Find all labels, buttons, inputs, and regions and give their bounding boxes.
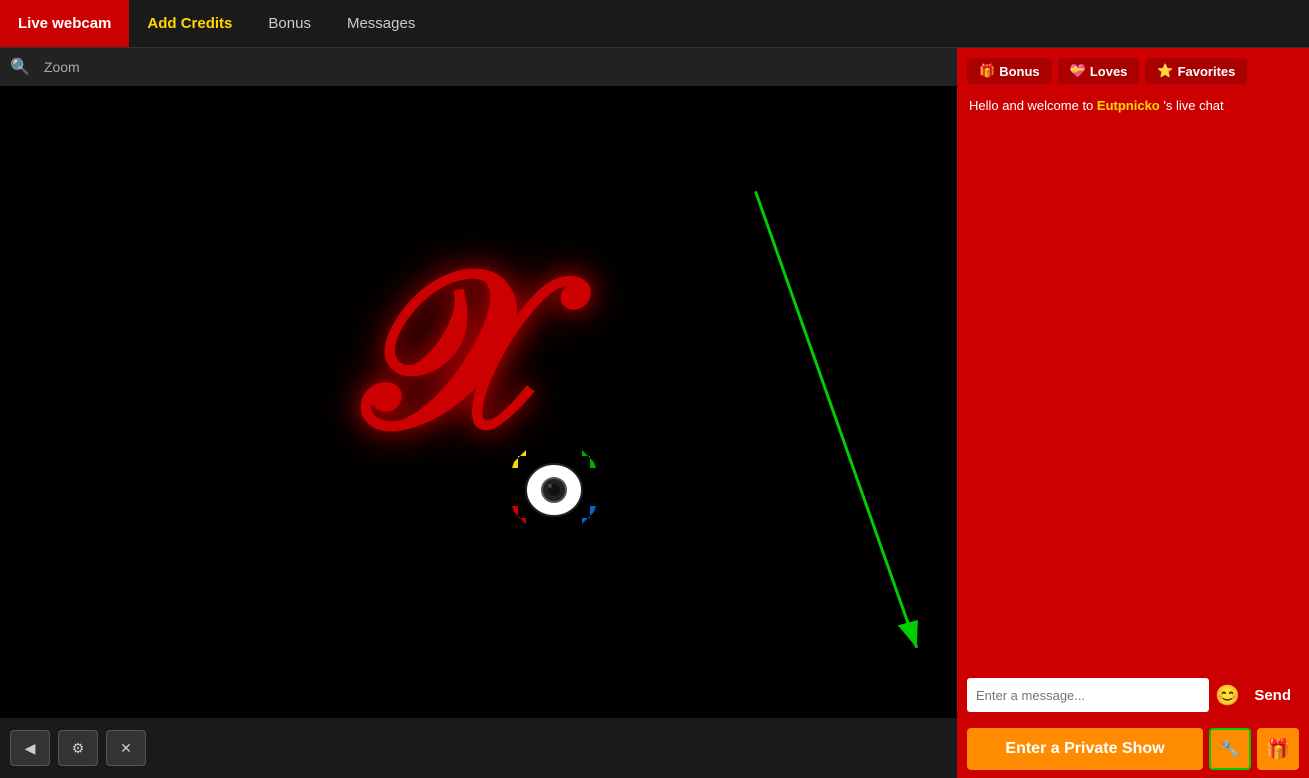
video-canvas: 𝒳 [0,86,957,718]
video-toolbar: 🔍 Zoom [0,48,957,86]
favorites-icon: ⭐ [1157,63,1173,79]
private-settings-button[interactable]: 🔧 [1209,728,1251,770]
loves-icon: 💝 [1070,63,1086,79]
private-show-button[interactable]: Enter a Private Show [967,728,1203,770]
settings-button[interactable]: ⚙ [58,730,98,766]
gift-button[interactable]: 🎁 [1257,728,1299,770]
nav-bonus[interactable]: Bonus [250,0,329,47]
video-bottom-controls: ◀ ⚙ ✕ [0,718,957,778]
sidebar: 🎁 Bonus 💝 Loves ⭐ Favorites Hello and we… [957,48,1309,778]
close-button[interactable]: ✕ [106,730,146,766]
emoji-button[interactable]: 😊 [1215,683,1240,708]
chat-input-area: 😊 Send [957,670,1309,720]
search-icon[interactable]: 🔍 [10,57,30,77]
message-input[interactable] [967,678,1209,712]
wrench-settings-icon: 🔧 [1220,739,1240,759]
private-show-bar: Enter a Private Show 🔧 🎁 [957,720,1309,778]
camera-arrows-icon [504,442,604,532]
username-link[interactable]: Eutpnicko [1097,98,1160,113]
tab-favorites[interactable]: ⭐ Favorites [1145,58,1247,84]
nav-live-webcam[interactable]: Live webcam [0,0,129,47]
bonus-icon: 🎁 [979,63,995,79]
gift-icon: 🎁 [1266,737,1291,762]
sidebar-tabs: 🎁 Bonus 💝 Loves ⭐ Favorites [957,48,1309,90]
chat-welcome: Hello and welcome to Eutpnicko 's live c… [957,90,1309,121]
main-area: 🔍 Zoom 𝒳 [0,48,1309,778]
video-area: 🔍 Zoom 𝒳 [0,48,957,778]
x-letter: 𝒳 [359,242,567,462]
webcam-logo: 𝒳 [339,262,619,542]
top-nav: Live webcam Add Credits Bonus Messages [0,0,1309,48]
tab-loves[interactable]: 💝 Loves [1058,58,1140,84]
zoom-label[interactable]: Zoom [44,59,80,75]
chat-messages [957,121,1309,670]
prev-button[interactable]: ◀ [10,730,50,766]
send-button[interactable]: Send [1246,683,1299,708]
tab-bonus[interactable]: 🎁 Bonus [967,58,1052,84]
cam-icon-wrap [499,442,609,532]
nav-add-credits[interactable]: Add Credits [129,0,250,47]
nav-messages[interactable]: Messages [329,0,433,47]
